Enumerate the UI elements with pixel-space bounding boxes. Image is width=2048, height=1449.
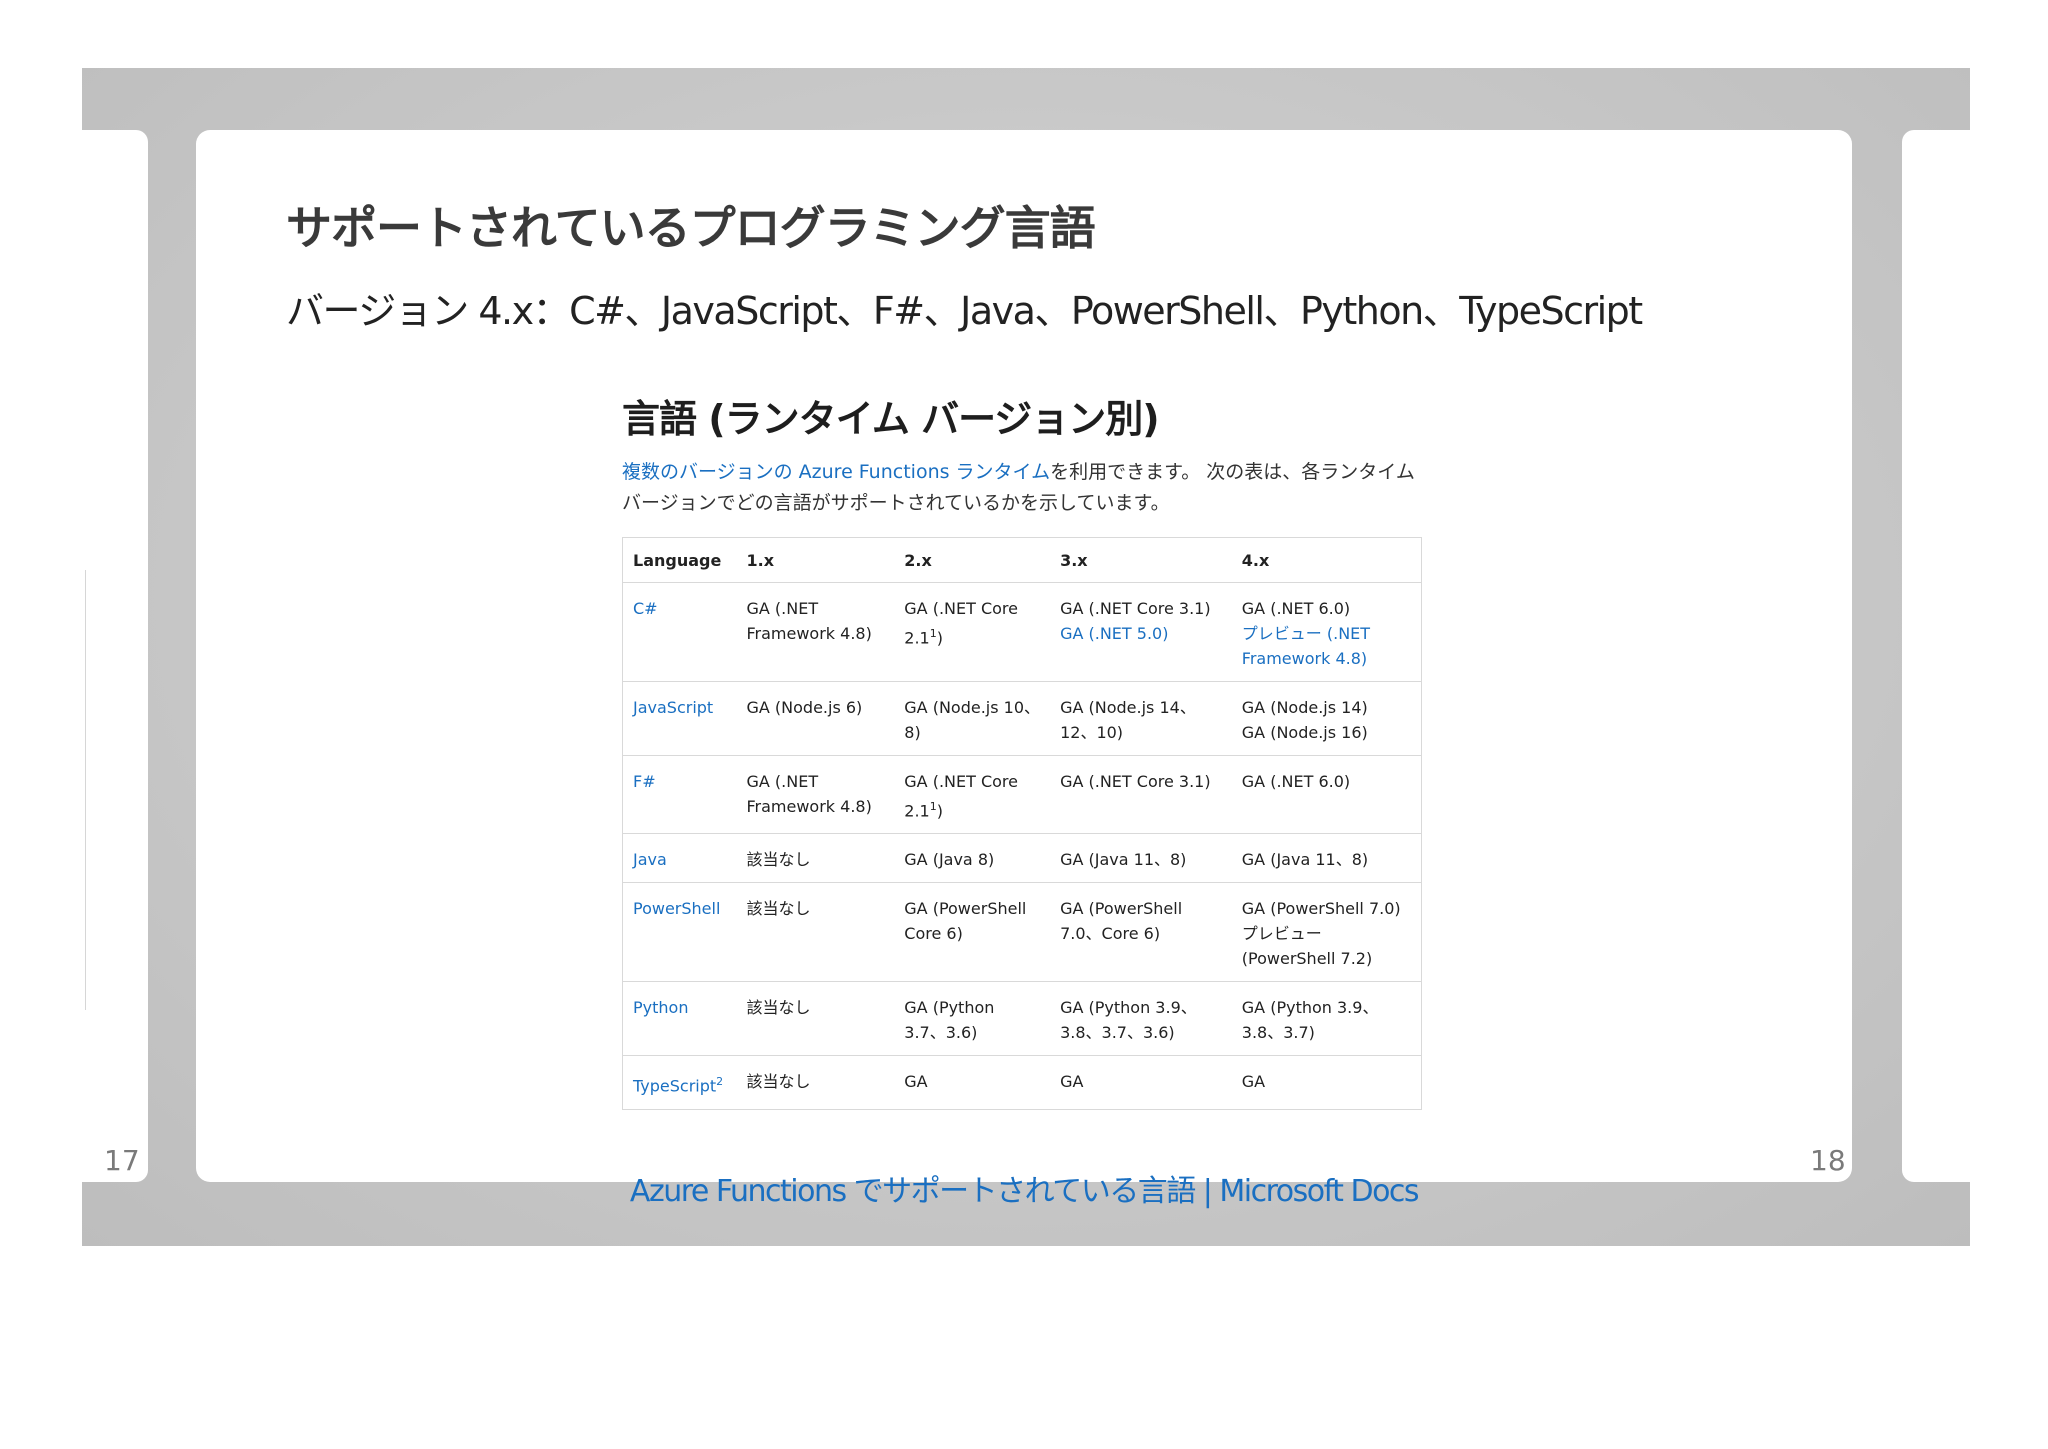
language-link-python[interactable]: Python xyxy=(622,981,737,1057)
microsoft-docs-link-wrap: Azure Functions でサポートされている言語 | Microsoft… xyxy=(196,1166,1852,1210)
cell-1x: GA (.NET Framework 4.8) xyxy=(736,582,895,682)
footnote-ref[interactable]: 1 xyxy=(930,800,937,813)
previous-slide-edge xyxy=(82,570,86,1010)
cell-3x: GA (Java 11、8) xyxy=(1050,833,1232,884)
cell-1x: GA (Node.js 6) xyxy=(736,681,895,756)
current-slide-number: 18 xyxy=(1810,1144,1846,1177)
current-slide: サポートされているプログラミング言語 バージョン 4.x：C#、JavaScri… xyxy=(196,130,1852,1209)
doc-intro: 複数のバージョンの Azure Functions ランタイムを利用できます。 … xyxy=(622,457,1422,519)
language-link-typescript[interactable]: TypeScript2 xyxy=(622,1055,737,1110)
cell-3x: GA (PowerShell 7.0、Core 6) xyxy=(1050,882,1232,983)
cell-2x: GA (Python 3.7、3.6) xyxy=(894,981,1051,1057)
header-3x: 3.x xyxy=(1050,537,1232,583)
language-link-java[interactable]: Java xyxy=(622,833,737,884)
cell-2x-close: ) xyxy=(936,628,943,648)
language-link-csharp[interactable]: C# xyxy=(622,582,737,682)
cell-2x-text: GA (.NET Core 2.1 xyxy=(904,772,1018,821)
cell-3x: GA (.NET Core 3.1) xyxy=(1050,755,1232,835)
header-4x: 4.x xyxy=(1231,537,1422,583)
cell-4x: GA xyxy=(1231,1055,1422,1110)
cell-4x: GA (Python 3.9、3.8、3.7) xyxy=(1231,981,1422,1057)
table-row: PowerShell 該当なし GA (PowerShell Core 6) G… xyxy=(622,882,1422,983)
doc-screenshot: 言語 (ランタイム バージョン別) 複数のバージョンの Azure Functi… xyxy=(622,388,1422,1110)
header-2x: 2.x xyxy=(894,537,1051,583)
footnote-ref: 2 xyxy=(716,1075,724,1089)
runtime-versions-link[interactable]: 複数のバージョンの Azure Functions ランタイム xyxy=(622,461,1050,483)
language-link-fsharp[interactable]: F# xyxy=(622,755,737,835)
net5-link[interactable]: GA (.NET 5.0) xyxy=(1060,621,1222,646)
cell-4x-line1: GA (.NET 6.0) xyxy=(1241,599,1351,618)
cell-1x: 該当なし xyxy=(736,882,895,983)
header-1x: 1.x xyxy=(736,537,895,583)
cell-3x: GA (Python 3.9、3.8、3.7、3.6) xyxy=(1050,981,1232,1057)
table-row: F# GA (.NET Framework 4.8) GA (.NET Core… xyxy=(622,755,1422,835)
cell-2x: GA (Java 8) xyxy=(894,833,1051,884)
cell-4x: GA (.NET 6.0) プレビュー (.NET Framework 4.8) xyxy=(1231,582,1422,682)
cell-1x: 該当なし xyxy=(736,1055,895,1110)
cell-2x-close: ) xyxy=(936,801,943,821)
cell-2x: GA xyxy=(894,1055,1051,1110)
table-row: Java 該当なし GA (Java 8) GA (Java 11、8) GA … xyxy=(622,833,1422,884)
cell-4x-line1: GA (Node.js 14) xyxy=(1241,698,1368,717)
doc-heading: 言語 (ランタイム バージョン別) xyxy=(622,397,1160,441)
footnote-ref[interactable]: 1 xyxy=(930,627,937,640)
cell-1x: 該当なし xyxy=(736,833,895,884)
previous-slide-number: 17 xyxy=(104,1144,140,1177)
slide-title: サポートされているプログラミング言語 xyxy=(286,201,1096,255)
header-language: Language xyxy=(622,537,737,583)
cell-4x: GA (.NET 6.0) xyxy=(1231,755,1422,835)
table-row: JavaScript GA (Node.js 6) GA (Node.js 10… xyxy=(622,681,1422,756)
table-row: C# GA (.NET Framework 4.8) GA (.NET Core… xyxy=(622,582,1422,682)
language-support-table: Language 1.x 2.x 3.x 4.x C# GA (.NET Fra… xyxy=(622,537,1422,1110)
cell-4x: GA (Java 11、8) xyxy=(1231,833,1422,884)
cell-2x: GA (Node.js 10、8) xyxy=(894,681,1051,756)
next-slide[interactable] xyxy=(1902,130,1970,1182)
cell-2x: GA (.NET Core 2.11) xyxy=(894,582,1051,682)
cell-2x-text: GA (.NET Core 2.1 xyxy=(904,599,1018,648)
table-row: TypeScript2 該当なし GA GA GA xyxy=(622,1055,1422,1110)
cell-2x: GA (.NET Core 2.11) xyxy=(894,755,1051,835)
slide-subtitle: バージョン 4.x：C#、JavaScript、F#、Java、PowerShe… xyxy=(286,289,1643,333)
table-row: Python 該当なし GA (Python 3.7、3.6) GA (Pyth… xyxy=(622,981,1422,1057)
cell-4x: GA (PowerShell 7.0) プレビュー (PowerShell 7.2… xyxy=(1231,882,1422,983)
preview-netfx-link[interactable]: プレビュー (.NET Framework 4.8) xyxy=(1242,621,1411,671)
cell-3x: GA xyxy=(1050,1055,1232,1110)
cell-3x-line1: GA (.NET Core 3.1) xyxy=(1060,599,1211,618)
table-header-row: Language 1.x 2.x 3.x 4.x xyxy=(622,537,1422,583)
language-link-powershell[interactable]: PowerShell xyxy=(622,882,737,983)
microsoft-docs-link[interactable]: Azure Functions でサポートされている言語 | Microsoft… xyxy=(630,1174,1420,1209)
language-link-javascript[interactable]: JavaScript xyxy=(622,681,737,756)
cell-2x: GA (PowerShell Core 6) xyxy=(894,882,1051,983)
cell-3x: GA (.NET Core 3.1) GA (.NET 5.0) xyxy=(1050,582,1232,682)
previous-slide[interactable] xyxy=(82,130,148,1182)
cell-4x-line2: GA (Node.js 16) xyxy=(1241,723,1368,742)
cell-3x: GA (Node.js 14、12、10) xyxy=(1050,681,1232,756)
cell-4x-line1: GA (PowerShell 7.0) xyxy=(1241,899,1401,919)
presentation-viewer: 17 サポートされているプログラミング言語 バージョン 4.x：C#、JavaS… xyxy=(82,68,1970,1246)
cell-1x: GA (.NET Framework 4.8) xyxy=(736,755,895,835)
cell-4x: GA (Node.js 14) GA (Node.js 16) xyxy=(1231,681,1422,756)
cell-4x-line2: プレビュー (PowerShell 7.2) xyxy=(1241,924,1373,969)
cell-1x: 該当なし xyxy=(736,981,895,1057)
typescript-label: TypeScript xyxy=(633,1076,717,1096)
